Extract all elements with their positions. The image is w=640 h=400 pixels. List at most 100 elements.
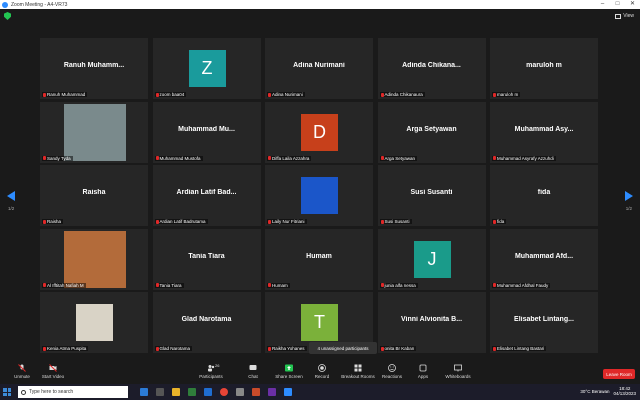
participant-name: onita Br Kaban <box>384 346 415 351</box>
mic-muted-icon <box>155 156 159 160</box>
participant-name: Kenia Atma Puspita <box>47 346 87 351</box>
powerpoint-icon[interactable] <box>252 388 260 396</box>
participant-name-label: fida <box>492 219 507 224</box>
task-view-icon[interactable] <box>156 388 164 396</box>
participant-tile[interactable]: Glad Narotama Glad Narotama <box>152 292 261 353</box>
next-page-arrow[interactable] <box>625 191 633 201</box>
participants-button[interactable]: 26 Participants <box>189 363 233 379</box>
start-video-button[interactable]: Start Video <box>31 364 75 379</box>
participant-name: Elisabet Lintang Bastari <box>497 346 545 351</box>
reactions-smiley-icon <box>388 364 396 372</box>
mic-muted-icon <box>155 283 159 287</box>
breakout-rooms-icon <box>354 364 362 372</box>
taskbar-search-box[interactable]: Type here to search <box>18 386 128 398</box>
participant-display-name: fida <box>537 189 551 196</box>
windows-start-icon[interactable] <box>3 388 11 396</box>
participant-avatar: J <box>413 240 451 278</box>
leave-room-button[interactable]: Leave Room <box>603 369 635 379</box>
participant-video-photo <box>76 304 113 341</box>
participant-display-name: Elisabet Lintang... <box>514 316 574 323</box>
taskbar-clock[interactable]: 18:42 04/13/2023 <box>613 386 636 396</box>
participant-name: Adina Nurimani <box>272 92 303 97</box>
zoom-logo-icon <box>2 1 8 8</box>
participant-name-label: Sandy Tyda <box>42 155 73 161</box>
participant-tile[interactable]: maruloh m maruloh m <box>490 38 598 99</box>
participant-tile[interactable]: Tania Tiara Tania Tiara <box>152 228 261 290</box>
participant-tile[interactable]: Al Ifftitah Nafiah M <box>40 228 148 290</box>
mic-muted-icon <box>268 346 271 351</box>
mic-muted-icon <box>18 364 26 372</box>
participant-name-label: Kenia Atma Puspita <box>42 346 89 351</box>
participant-tile[interactable]: Adina Nurimani Adina Nurimani <box>265 38 373 99</box>
participant-tile[interactable]: Adinda Chikana... Adinda Chikanaura <box>377 38 486 99</box>
participant-name-label: junia alfa nessa <box>379 282 418 288</box>
mic-muted-icon <box>268 92 271 97</box>
participant-tile[interactable]: Kenia Atma Puspita <box>40 292 148 353</box>
participant-tile[interactable]: fida fida <box>490 165 598 226</box>
participant-tile[interactable]: Ardian Latif Bad... Ardian Latif Badrutam… <box>152 165 261 226</box>
participant-tile[interactable]: D Diffa Laila Azzahra <box>265 101 373 163</box>
whiteboard-icon <box>454 364 462 372</box>
close-button[interactable]: ✕ <box>625 0 640 9</box>
participant-video-photo <box>64 230 126 288</box>
participant-tile[interactable]: Raisha Raisha <box>40 165 148 226</box>
participant-tile[interactable]: Ranuh Muhamm... Ranuh Muhammad <box>40 38 148 99</box>
participant-tile[interactable]: Sandy Tyda <box>40 101 148 163</box>
participant-tile[interactable]: Arga Setyawan Arga Setyawan <box>377 101 486 163</box>
previous-page-arrow[interactable] <box>7 191 15 201</box>
participant-name-label: Arga Setyawan <box>379 155 418 161</box>
participant-tile[interactable]: Muhammad Asy... Muhammad Asyrafy Azzuhdi <box>490 101 598 163</box>
participant-name: zoom baa04 <box>159 92 185 97</box>
participant-display-name: Ranuh Muhamm... <box>63 62 125 69</box>
minimize-button[interactable]: – <box>595 0 610 9</box>
participant-name-label: Ranuh Muhammad <box>42 92 88 97</box>
weather-status[interactable]: 30°C Berawan <box>580 389 609 394</box>
meeting-toolbar: Unmute Start Video 26 Participants Chat … <box>0 362 640 384</box>
file-explorer-icon[interactable] <box>172 388 180 396</box>
app-icon[interactable] <box>268 388 276 396</box>
participant-tile[interactable]: Zzoom baa04 <box>152 38 261 99</box>
participant-name-label: Raisha <box>42 219 64 224</box>
participant-tile[interactable]: Susi Susanti Susi Susanti <box>377 165 486 226</box>
participant-name: Tania Tiara <box>159 282 182 288</box>
participant-tile[interactable]: Humam Humam <box>265 228 373 290</box>
mic-muted-icon <box>493 92 496 97</box>
mic-muted-icon <box>43 346 46 351</box>
participant-display-name: Susi Susanti <box>410 189 453 196</box>
participant-tile[interactable]: Muhammad Afd... Muhammad Afdhal Faudy <box>490 228 598 290</box>
mic-muted-icon <box>268 156 271 160</box>
whiteboards-button[interactable]: Whiteboards <box>436 364 480 379</box>
page-indicator-left: 1/2 <box>8 206 15 211</box>
mic-muted-icon <box>493 283 496 287</box>
participant-tile[interactable]: Jjunia alfa nessa <box>377 228 486 290</box>
participant-name-label: Diffa Laila Azzahra <box>267 155 312 161</box>
participant-name-label: Susi Susanti <box>379 219 412 224</box>
participant-name-label: Ardian Latif Badrutama <box>154 219 208 224</box>
participant-avatar: D <box>301 113 338 151</box>
excel-icon[interactable] <box>188 388 196 396</box>
chrome-icon[interactable] <box>220 388 228 396</box>
maximize-button[interactable]: □ <box>610 0 625 9</box>
video-off-icon <box>49 364 57 372</box>
participant-tile[interactable]: Muhammad Mu... Muhammad Mustofa <box>152 101 261 163</box>
mic-muted-icon <box>493 219 496 224</box>
participant-name-label: Muhammad Afdhal Faudy <box>492 282 551 288</box>
participant-display-name: Muhammad Afd... <box>514 252 574 260</box>
cortana-icon[interactable] <box>140 388 148 396</box>
zoom-taskbar-icon[interactable] <box>284 388 292 396</box>
word-icon[interactable] <box>204 388 212 396</box>
unassigned-participants-tooltip: 4 unassigned participants <box>309 342 377 354</box>
participant-name: Diffa Laila Azzahra <box>272 155 310 161</box>
mic-muted-icon <box>380 92 384 97</box>
windows-taskbar: Type here to search 30°C Berawan 18:42 0… <box>0 384 640 400</box>
participant-display-name: Adina Nurimani <box>293 62 345 69</box>
store-icon[interactable] <box>236 388 244 396</box>
participant-tile[interactable]: Vinni Alvionita B... onita Br Kaban <box>377 292 486 353</box>
participant-name-label: Raikha Yohanes <box>267 346 307 351</box>
view-button[interactable]: View <box>615 13 634 19</box>
participant-name: Muhammad Afdhal Faudy <box>497 282 549 288</box>
participant-name: maruloh m <box>497 92 519 97</box>
participant-tile[interactable]: Elisabet Lintang... Elisabet Lintang Bast… <box>490 292 598 353</box>
participant-name: Sandy Tyda <box>47 155 71 161</box>
participant-tile[interactable]: Laily Nur Fitriani <box>265 165 373 226</box>
